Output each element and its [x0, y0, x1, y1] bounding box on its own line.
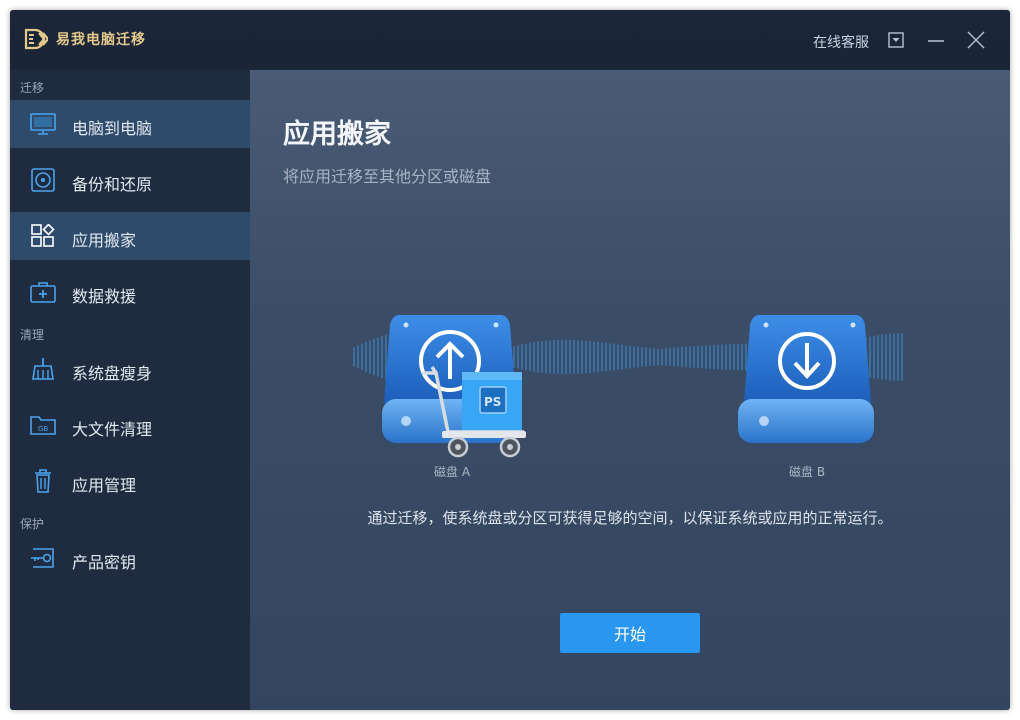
title-bar: 易我电脑迁移 在线客服	[10, 10, 1010, 70]
page-subtitle: 将应用迁移至其他分区或磁盘	[283, 167, 492, 186]
app-title: 易我电脑迁移	[56, 32, 146, 48]
sidebar-item-label: 数据救援	[72, 287, 137, 306]
svg-text:GB: GB	[38, 425, 48, 433]
disk-b-label: 磁盘 B	[789, 465, 826, 479]
monitor-icon	[30, 113, 56, 135]
folder-gb-icon: GB	[30, 416, 56, 435]
close-icon[interactable]	[966, 30, 986, 50]
sidebar-item-label: 大文件清理	[72, 420, 153, 439]
sidebar-item-product-key[interactable]: 产品密钥	[10, 534, 250, 582]
key-icon	[31, 548, 54, 568]
sidebar-item-label: 备份和还原	[72, 175, 153, 194]
sidebar-item-label: 电脑到电脑	[72, 119, 153, 138]
svg-text:PS: PS	[484, 395, 501, 409]
sidebar-item-label: 产品密钥	[72, 553, 137, 572]
minimize-icon[interactable]	[926, 30, 946, 50]
sidebar: 迁移 电脑到电脑 备份和还原 应用搬家 数据救援 清理 系统盘瘦身 GB 大文件…	[10, 70, 250, 710]
ed-logo-icon	[24, 28, 48, 50]
sidebar-item-large-file-clean[interactable]: GB 大文件清理	[10, 401, 250, 449]
sidebar-item-label: 系统盘瘦身	[72, 364, 153, 383]
migration-illustration: PS	[353, 315, 903, 458]
disk-a-label: 磁盘 A	[434, 465, 471, 479]
online-support-link[interactable]: 在线客服	[813, 32, 869, 52]
apps-grid-icon	[31, 224, 55, 247]
broom-icon	[32, 358, 54, 380]
sidebar-item-app-migration[interactable]: 应用搬家	[10, 212, 250, 260]
sidebar-item-label: 应用搬家	[72, 231, 137, 250]
section-label-protect: 保护	[20, 517, 45, 531]
sidebar-item-pc-to-pc[interactable]: 电脑到电脑	[10, 100, 250, 148]
sidebar-item-system-slim[interactable]: 系统盘瘦身	[10, 345, 250, 393]
disk-b-graphic	[738, 315, 874, 443]
sidebar-item-backup-restore[interactable]: 备份和还原	[10, 156, 250, 204]
main-panel: 应用搬家 将应用迁移至其他分区或磁盘 PS 磁盘 A 磁盘 B 通过迁移，使系统…	[250, 70, 1010, 710]
dropdown-icon[interactable]	[886, 30, 906, 50]
rescue-kit-icon	[30, 282, 56, 303]
description-text: 通过迁移，使系统盘或分区可获得足够的空间，以保证系统或应用的正常运行。	[367, 509, 893, 527]
page-title: 应用搬家	[283, 119, 391, 150]
section-label-clean: 清理	[20, 328, 45, 342]
section-label-migrate: 迁移	[20, 81, 45, 95]
sidebar-item-app-management[interactable]: 应用管理	[10, 457, 250, 505]
trash-icon	[35, 469, 51, 493]
backup-disc-icon	[31, 168, 55, 192]
sidebar-item-label: 应用管理	[72, 476, 137, 495]
sidebar-item-data-rescue[interactable]: 数据救援	[10, 268, 250, 316]
start-button[interactable]: 开始	[560, 613, 700, 653]
app-window: 易我电脑迁移 在线客服 迁移 电脑到电脑 备份和还原 应用搬家 数据救援 清理 …	[10, 10, 1010, 710]
